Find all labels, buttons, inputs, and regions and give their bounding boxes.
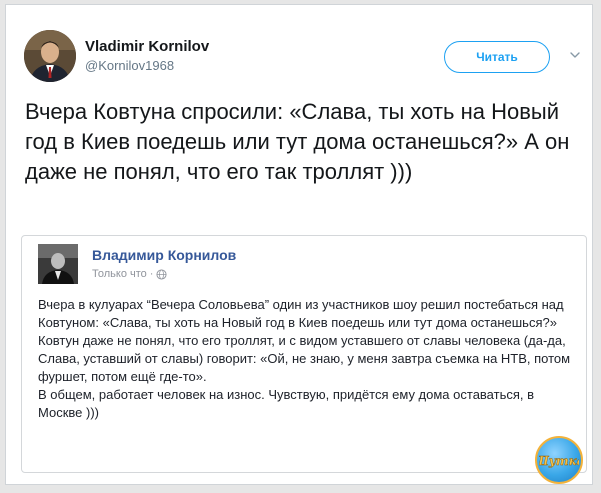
embed-post-body: Вчера в кулуарах “Вечера Соловьева” один…: [38, 296, 573, 422]
embed-time-text: Только что: [92, 268, 147, 280]
tweet-text: Вчера Ковтуна спросили: «Слава, ты хоть …: [25, 99, 570, 184]
author-handle[interactable]: @Kornilov1968: [85, 58, 174, 73]
embed-author-name[interactable]: Владимир Корнилов: [92, 247, 236, 263]
embed-timestamp: Только что ·: [92, 268, 167, 280]
facebook-embed[interactable]: Владимир Корнилов Только что · Вчера в к…: [21, 235, 587, 473]
chevron-down-icon[interactable]: [569, 49, 581, 61]
embed-avatar[interactable]: [38, 244, 78, 284]
svg-text:Шутка: Шутка: [539, 454, 579, 468]
watermark-logo: Шутка: [535, 436, 583, 484]
tweet-card: Vladimir Kornilov @Kornilov1968 Читать В…: [5, 4, 593, 485]
follow-button[interactable]: Читать: [444, 41, 550, 73]
author-name[interactable]: Vladimir Kornilov: [85, 38, 209, 55]
avatar[interactable]: [24, 30, 76, 82]
embed-paragraph: В общем, работает человек на износ. Чувс…: [38, 387, 535, 420]
embed-time-separator: ·: [149, 268, 154, 280]
globe-icon: [156, 268, 167, 280]
embed-paragraph: Вчера в кулуарах “Вечера Соловьева” один…: [38, 297, 571, 384]
